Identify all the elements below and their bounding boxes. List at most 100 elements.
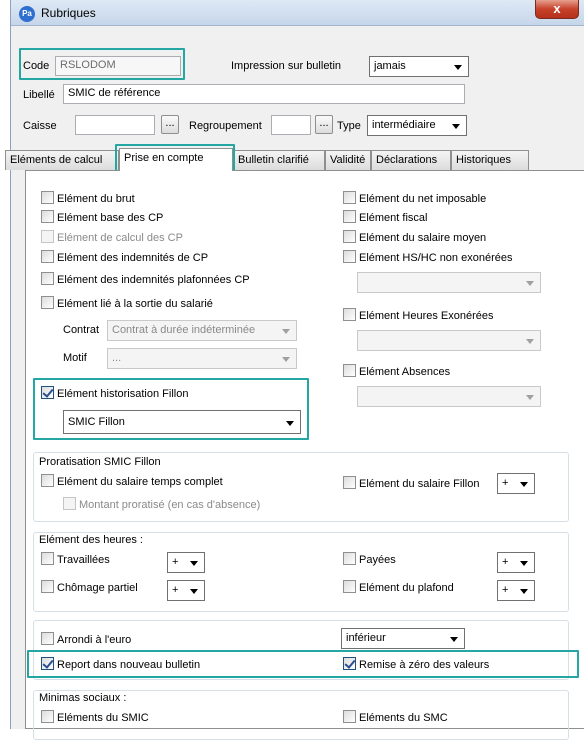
caisse-label: Caisse: [23, 120, 57, 132]
regroupement-label: Regroupement: [189, 120, 262, 132]
checkbox[interactable]: [343, 710, 356, 723]
arrondi-select-value: inférieur: [346, 632, 386, 644]
checkbox[interactable]: [41, 632, 54, 645]
checkbox[interactable]: [41, 272, 54, 285]
heures-exonerees-select: [357, 330, 541, 351]
title-bar[interactable]: Pa Rubriques x: [11, 0, 584, 26]
chevron-down-icon: [286, 421, 294, 426]
libelle-field[interactable]: SMIC de référence: [63, 84, 465, 104]
impression-label: Impression sur bulletin: [231, 60, 342, 72]
close-button[interactable]: x: [535, 0, 579, 19]
checkbox[interactable]: [343, 580, 356, 593]
regroupement-browse-button[interactable]: ...: [315, 115, 333, 134]
checkbox[interactable]: [343, 191, 356, 204]
tab-bar: Eléments de calcul Prise en compte Bulle…: [5, 148, 584, 171]
check-element-base-cp[interactable]: Elément base des CP: [41, 210, 163, 226]
check-salaire-fillon[interactable]: Elément du salaire Fillon: [343, 476, 479, 492]
checkbox-checked[interactable]: [41, 386, 54, 399]
checkbox[interactable]: [343, 552, 356, 565]
check-salaire-moyen[interactable]: Elément du salaire moyen: [343, 230, 486, 246]
type-select-value: intermédiaire: [372, 119, 436, 131]
check-element-plafond[interactable]: Elément du plafond: [343, 580, 454, 596]
app-logo-icon: Pa: [19, 6, 35, 22]
caisse-field[interactable]: [75, 115, 155, 135]
check-net-imposable[interactable]: Elément du net imposable: [343, 191, 486, 207]
tab-elements-calcul[interactable]: Eléments de calcul: [5, 150, 119, 170]
tab-bulletin-clarifie[interactable]: Bulletin clarifié: [233, 150, 325, 170]
checkbox-checked[interactable]: [41, 657, 54, 670]
check-elements-smic[interactable]: Eléments du SMIC: [41, 710, 149, 726]
checkbox[interactable]: [41, 552, 54, 565]
code-field[interactable]: RSLODOM: [55, 56, 181, 76]
chevron-down-icon: [190, 561, 198, 566]
heures-title: Elément des heures :: [37, 534, 145, 546]
checkbox[interactable]: [41, 474, 54, 487]
checkbox[interactable]: [343, 364, 356, 377]
checkbox-checked[interactable]: [343, 657, 356, 670]
impression-select[interactable]: jamais: [369, 56, 469, 77]
payees-select[interactable]: +: [497, 552, 535, 573]
check-element-calcul-cp: Elément de calcul des CP: [41, 230, 183, 246]
libelle-label: Libellé: [23, 89, 55, 101]
proratisation-title: Proratisation SMIC Fillon: [37, 456, 163, 468]
checkbox[interactable]: [41, 191, 54, 204]
checkbox[interactable]: [41, 296, 54, 309]
fillon-select[interactable]: SMIC Fillon: [63, 410, 301, 434]
plafond-select-value: +: [502, 584, 509, 596]
contrat-select: Contrat à durée indéterminée: [107, 320, 297, 341]
check-element-absences[interactable]: Elément Absences: [343, 364, 450, 380]
travaillees-select-value: +: [172, 556, 179, 568]
check-remise-zero[interactable]: Remise à zéro des valeurs: [343, 657, 489, 673]
check-element-fiscal[interactable]: Elément fiscal: [343, 210, 427, 226]
tab-prise-en-compte[interactable]: Prise en compte: [119, 148, 233, 171]
regroupement-field[interactable]: [271, 115, 311, 135]
type-select[interactable]: intermédiaire: [367, 115, 467, 136]
code-label: Code: [23, 60, 50, 72]
checkbox[interactable]: [343, 250, 356, 263]
check-montant-proratise: Montant proratisé (en cas d'absence): [63, 497, 260, 513]
check-arrondi-euro[interactable]: Arrondi à l'euro: [41, 632, 131, 648]
minimas-title: Minimas sociaux :: [37, 692, 129, 704]
checkbox[interactable]: [41, 580, 54, 593]
chevron-down-icon: [454, 65, 462, 70]
check-report-nouveau-bulletin[interactable]: Report dans nouveau bulletin: [41, 657, 200, 673]
chomage-select[interactable]: +: [167, 580, 205, 601]
window-title: Rubriques: [41, 6, 96, 20]
checkbox[interactable]: [41, 710, 54, 723]
tab-declarations[interactable]: Déclarations: [371, 150, 451, 170]
motif-label: Motif: [63, 352, 87, 364]
chevron-down-icon: [520, 589, 528, 594]
check-element-sortie-salarie[interactable]: Elément lié à la sortie du salarié: [41, 296, 213, 312]
check-element-indemnites-plafonnees-cp[interactable]: Elément des indemnités plafonnées CP: [41, 272, 250, 288]
chomage-select-value: +: [172, 584, 179, 596]
check-heures-exonerees[interactable]: Elément Heures Exonérées: [343, 308, 494, 324]
check-element-indemnites-cp[interactable]: Elément des indemnités de CP: [41, 250, 208, 266]
check-travaillees[interactable]: Travaillées: [41, 552, 110, 568]
tab-validite[interactable]: Validité: [325, 150, 371, 170]
checkbox[interactable]: [343, 308, 356, 321]
impression-select-value: jamais: [374, 60, 406, 72]
tab-historiques[interactable]: Historiques: [451, 150, 529, 170]
checkbox[interactable]: [41, 250, 54, 263]
plafond-select[interactable]: +: [497, 580, 535, 601]
chevron-down-icon: [190, 589, 198, 594]
salaire-fillon-select[interactable]: +: [497, 473, 535, 494]
chevron-down-icon: [282, 329, 290, 334]
check-payees[interactable]: Payées: [343, 552, 396, 568]
travaillees-select[interactable]: +: [167, 552, 205, 573]
check-element-brut[interactable]: Elément du brut: [41, 191, 135, 207]
checkbox[interactable]: [343, 230, 356, 243]
check-hs-hc-non-exonerees[interactable]: Elément HS/HC non exonérées: [343, 250, 512, 266]
chevron-down-icon: [282, 357, 290, 362]
arrondi-select[interactable]: inférieur: [341, 628, 465, 649]
checkbox[interactable]: [343, 210, 356, 223]
checkbox[interactable]: [343, 476, 356, 489]
check-historisation-fillon[interactable]: Elément historisation Fillon: [41, 386, 188, 402]
check-salaire-temps-complet[interactable]: Elément du salaire temps complet: [41, 474, 223, 490]
check-elements-smc[interactable]: Eléments du SMC: [343, 710, 448, 726]
checkbox[interactable]: [41, 210, 54, 223]
check-chomage-partiel[interactable]: Chômage partiel: [41, 580, 138, 596]
chevron-down-icon: [520, 561, 528, 566]
type-label: Type: [337, 120, 361, 132]
caisse-browse-button[interactable]: ...: [161, 115, 179, 134]
